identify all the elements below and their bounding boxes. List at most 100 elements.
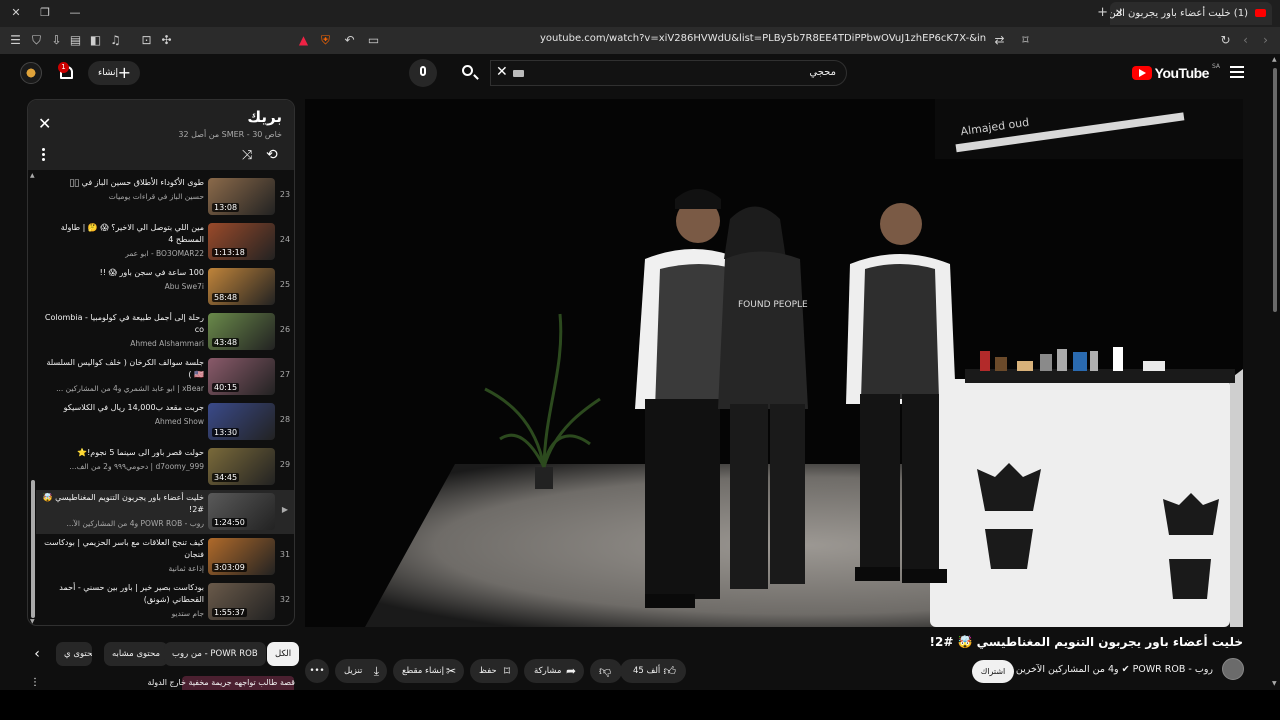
playlist-item-index: 23 [279,190,291,199]
loop-icon[interactable]: ⟲ [266,147,278,163]
chip-all[interactable]: الكل [267,642,300,666]
page-scrollbar[interactable]: ▲ ▼ [1270,54,1280,690]
playlist-item[interactable]: 25 58:48 100 ساعة في سجن باور 😱 !! Abu Swe7… [36,265,294,309]
channel-avatar[interactable] [1222,658,1244,680]
recommendation-peek[interactable]: ⋮ قصة طالب تواجهه جريمة مخفية خارج الدول… [27,676,295,690]
like-count: 45 ألف [633,666,661,676]
playlist-scrollbar[interactable]: ▲ ▼ [30,172,35,625]
guide-menu-icon[interactable] [1230,66,1244,78]
extensions-icon[interactable]: ✣ [159,33,174,48]
playlist-item-thumbnail[interactable]: 40:15 [208,358,275,395]
more-vert-icon[interactable] [42,148,45,161]
duration-badge: 13:30 [212,428,240,437]
dislike-button[interactable]: 👎︎ [590,659,622,683]
playlist-item-thumbnail[interactable]: 13:08 [208,178,275,215]
maximize-window-icon[interactable]: ❐ [37,5,53,21]
channel-name[interactable]: روب - POWR ROB ✔ و4 من المشاركين الآخرين [1016,664,1213,675]
clip-button[interactable]: ✂ إنشاء مقطع [393,659,464,683]
new-tab-button[interactable]: + [1097,5,1108,20]
subscribe-button[interactable]: اشتراك [972,660,1014,683]
more-vert-icon[interactable]: ⋮ [30,677,40,688]
close-window-icon[interactable]: ✕ [8,5,24,21]
back-icon[interactable]: ‹ [1238,33,1253,48]
playlist-item-thumbnail[interactable]: 43:48 [208,313,275,350]
playlist-item[interactable]: 31 3:03:09 كيف تنجح العلاقات مع باسر الحزي… [36,535,294,579]
shuffle-icon[interactable]: ⤨ [242,148,252,163]
playlist-item-title: 100 ساعة في سجن باور 😱 !! [99,268,204,277]
brave-shield-icon[interactable]: ⛨ [318,33,333,48]
chip-channel[interactable]: من روب - POWR ROB [164,642,266,666]
chip-related[interactable]: محتوى مشابه [104,642,168,666]
scroll-down-arrow-icon[interactable]: ▼ [1272,680,1277,687]
duration-badge: 40:15 [212,383,240,392]
thumbs-down-icon: 👎︎ [599,664,612,678]
playlist-item-title: كيف تنجح العلاقات مع باسر الحزيمي | بودك… [44,538,204,559]
playlist-title[interactable]: بريك [247,108,282,126]
download-button[interactable]: ⤓ تنزيل [335,659,387,683]
sidebar-icon[interactable]: ◧ [88,33,103,48]
duration-badge: 1:55:37 [212,608,247,617]
playlist-item[interactable]: 29 34:45 حولت قصر باور الى سينما 5 نجوم!⭐ d… [36,445,294,489]
share-button[interactable]: ➦ مشاركة [524,659,584,683]
youtube-logo[interactable]: YouTube SA [1131,63,1220,83]
music-icon[interactable]: ♫ [108,33,123,48]
playlist-item-thumbnail[interactable]: 34:45 [208,448,275,485]
playlist-item-thumbnail[interactable]: 1:13:18 [208,223,275,260]
playlist-item-index: 24 [279,235,291,244]
playlist-item[interactable]: 23 13:08 طوى الأكوداء الأطلاق حسين الباز ف… [36,175,294,219]
playlist-item[interactable]: 24 1:13:18 مين اللي بتوصل الي الاخير؟ 😱 🤔 … [36,220,294,264]
create-label: إنشاء [98,68,119,78]
menu-icon[interactable]: ☰ [8,33,23,48]
account-avatar[interactable] [20,62,42,84]
reload-icon[interactable]: ↻ [1218,33,1233,48]
playlist-item[interactable]: 27 40:15 جلسة سوالف الكرخان ( خلف كواليس ا… [36,355,294,399]
chevron-left-icon[interactable]: ‹ [27,644,47,664]
keyboard-icon[interactable] [513,70,524,77]
forward-icon[interactable]: › [1258,33,1273,48]
playlist-item[interactable]: 26 43:48 رحلة إلى أجمل طبيعة في كولومبيا -… [36,310,294,354]
playlist-item-text: مين اللي بتوصل الي الاخير؟ 😱 🤔 | طاولة ا… [42,222,204,258]
warning-icon[interactable]: ▲ [296,33,311,48]
scrollbar-thumb[interactable] [31,480,35,618]
save-button[interactable]: ⌑ حفظ [470,659,518,683]
playlist-item[interactable]: 32 1:55:37 بودكاست بصير خير | باور بين حسن… [36,580,294,624]
download-icon[interactable]: ⇩ [49,33,64,48]
playlist-item-thumbnail[interactable]: 1:24:50 [208,493,275,530]
screenshot-icon[interactable]: ⊡ [139,33,154,48]
chip-more[interactable]: محتوى ي [56,642,92,666]
scroll-up-arrow-icon[interactable]: ▲ [1272,56,1277,63]
voice-search-button[interactable] [409,59,437,87]
like-button[interactable]: 👍︎ 45 ألف [620,659,686,683]
shield-icon[interactable]: ⛉ [29,33,44,48]
address-bar[interactable]: youtube.com/watch?v=xiV286HVWdU&list=PLB… [540,33,986,44]
playlist-item[interactable]: ▶ 1:24:50 خليت أعضاء باور يجربون التنويم ا… [36,490,294,534]
playlist-item-thumbnail[interactable]: 1:55:37 [208,583,275,620]
duration-badge: 43:48 [212,338,240,347]
playlist-item-index: 27 [279,370,291,379]
scroll-down-arrow-icon[interactable]: ▼ [30,618,35,625]
clear-search-icon[interactable]: ✕ [496,64,508,80]
reader-icon[interactable]: ▤ [68,33,83,48]
minimize-window-icon[interactable]: — [67,5,83,21]
browser-tab[interactable]: ✕ (1) خليت أعضاء باور يجربون التن [1110,2,1272,25]
page-scrollbar-thumb[interactable] [1273,68,1277,312]
search-input[interactable]: محجي ✕ [490,60,847,86]
create-button[interactable]: إنشاء + [88,61,140,85]
youtube-header: YouTube SA محجي ✕ إنشاء + 1 [0,54,1270,94]
close-tab-icon[interactable]: ✕ [1115,2,1123,25]
playlist-item[interactable]: 28 13:30 جربت مقعد ب14,000 ريال في الكلاسي… [36,400,294,444]
scroll-up-arrow-icon[interactable]: ▲ [30,172,35,179]
cast-icon[interactable]: ▭ [366,33,381,48]
bookmark-icon[interactable]: ⌑ [1018,33,1033,48]
playlist-item-thumbnail[interactable]: 58:48 [208,268,275,305]
share-label: مشاركة [534,666,562,676]
close-playlist-icon[interactable]: ✕ [38,114,51,133]
video-player[interactable]: Almajed oud FOUND PEOPLE [305,99,1243,627]
playlist-item-thumbnail[interactable]: 3:03:09 [208,538,275,575]
site-settings-icon[interactable]: ⇄ [992,33,1007,48]
playlist-item-thumbnail[interactable]: 13:30 [208,403,275,440]
back-history-icon[interactable]: ↶ [342,33,357,48]
playlist-items: ▲ ▼ 23 13:08 طوى الأكوداء الأطلاق حسين الب… [28,172,294,625]
more-actions-button[interactable]: ••• [305,659,329,683]
search-button[interactable] [450,60,490,86]
